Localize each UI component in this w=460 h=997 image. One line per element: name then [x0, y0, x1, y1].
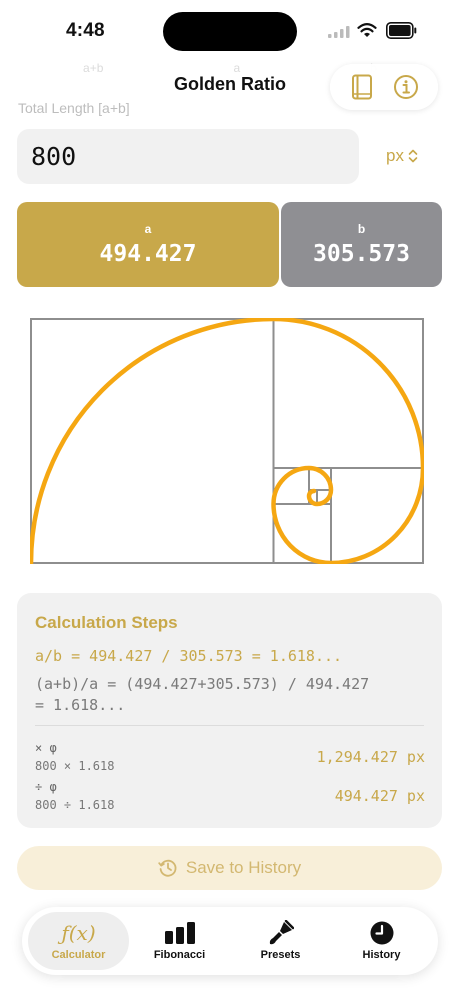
status-time: 4:48 [66, 20, 105, 41]
segment-b-value: 305.573 [313, 241, 410, 267]
tab-bar: ƒ(x) Calculator Fibonacci Presets Histor… [22, 907, 438, 975]
segment-b-box: b 305.573 [281, 202, 442, 287]
cellular-signal-icon [328, 26, 350, 38]
tab-label: Calculator [51, 949, 106, 961]
tab-calculator[interactable]: ƒ(x) Calculator [28, 912, 129, 970]
save-to-history-button[interactable]: Save to History [17, 846, 442, 890]
tab-label: Fibonacci [153, 949, 206, 961]
sum-ratio-result: = 1.618... [35, 696, 126, 714]
chevron-updown-icon [408, 149, 418, 163]
multiply-phi-result: 1,294.427 px [316, 748, 425, 766]
golden-spiral [30, 318, 424, 564]
segment-a-box: a 494.427 [17, 202, 279, 287]
book-icon [352, 74, 372, 100]
total-length-input[interactable] [17, 129, 359, 184]
golden-rectangle-outline [30, 318, 424, 564]
total-length-label: Total Length [a+b] [18, 100, 130, 116]
clock-history-icon [158, 859, 177, 877]
bar-chart-icon [164, 922, 195, 944]
segment-a-value: 494.427 [99, 241, 197, 267]
nav-action-group [330, 64, 438, 110]
info-icon [394, 75, 418, 99]
save-button-label: Save to History [185, 858, 302, 877]
clock-icon [370, 921, 393, 945]
status-bar: 4:48 [0, 0, 460, 62]
ratio-step: a/b = 494.427 / 305.573 = 1.618... [35, 647, 343, 665]
wifi-icon [357, 23, 377, 37]
paintbrush-icon [269, 920, 294, 945]
battery-icon [386, 22, 417, 39]
function-icon: ƒ(x) [61, 921, 96, 945]
tab-label: History [362, 949, 401, 961]
ghost-tab: a+b [83, 61, 104, 75]
multiply-phi-label: × φ [35, 741, 57, 755]
divide-phi-expression: 800 ÷ 1.618 [35, 798, 115, 812]
divider [35, 725, 424, 726]
tab-presets[interactable]: Presets [230, 912, 331, 970]
tab-history[interactable]: History [331, 912, 432, 970]
unit-value: px [386, 146, 404, 165]
guide-button[interactable] [343, 68, 381, 106]
sum-ratio-step: (a+b)/a = (494.427+305.573) / 494.427 [35, 675, 370, 693]
golden-spiral-diagram [30, 318, 424, 564]
dynamic-island [163, 12, 297, 51]
tab-label: Presets [260, 949, 301, 961]
divide-phi-label: ÷ φ [35, 780, 57, 794]
segment-b-label: b [357, 222, 366, 236]
calculation-steps-title: Calculation Steps [35, 613, 178, 632]
info-button[interactable] [387, 68, 425, 106]
ghost-tab: a [233, 61, 241, 75]
unit-selector[interactable]: px [386, 146, 418, 166]
tab-fibonacci[interactable]: Fibonacci [129, 912, 230, 970]
calculation-steps-card: Calculation Steps a/b = 494.427 / 305.57… [17, 593, 442, 828]
segment-a-label: a [144, 222, 152, 236]
multiply-phi-expression: 800 × 1.618 [35, 759, 115, 773]
divide-phi-result: 494.427 px [334, 787, 425, 805]
